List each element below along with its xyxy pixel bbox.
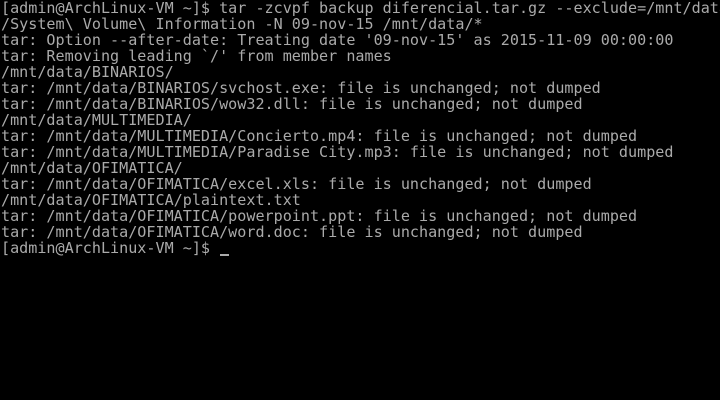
text-cursor [220,254,230,256]
command-line: [admin@ArchLinux-VM ~]$ tar -zcvpf backu… [1,0,720,16]
output-line: tar: Option --after-date: Treating date … [1,32,674,48]
output-line: tar: /mnt/data/OFIMATICA/word.doc: file … [1,224,583,240]
terminal-screen[interactable]: [admin@ArchLinux-VM ~]$ tar -zcvpf backu… [0,0,720,400]
output-line: tar: /mnt/data/MULTIMEDIA/Paradise City.… [1,144,674,160]
output-line: tar: /mnt/data/OFIMATICA/powerpoint.ppt:… [1,208,638,224]
output-line: tar: /mnt/data/MULTIMEDIA/Concierto.mp4:… [1,128,638,144]
output-line: tar: /mnt/data/OFIMATICA/excel.xls: file… [1,176,592,192]
output-line: /mnt/data/OFIMATICA/plaintext.txt [1,192,301,208]
output-line: /mnt/data/MULTIMEDIA/ [1,112,192,128]
output-line: tar: Removing leading `/' from member na… [1,48,392,64]
prompt-line[interactable]: [admin@ArchLinux-VM ~]$ [1,240,720,256]
output-line: /mnt/data/BINARIOS/ [1,64,174,80]
output-line: tar: /mnt/data/BINARIOS/svchost.exe: fil… [1,80,601,96]
shell-prompt: [admin@ArchLinux-VM ~]$ [1,240,220,256]
output-line: /mnt/data/OFIMATICA/ [1,160,183,176]
command-line-continuation: /System\ Volume\ Information -N 09-nov-1… [1,16,483,32]
output-line: tar: /mnt/data/BINARIOS/wow32.dll: file … [1,96,583,112]
